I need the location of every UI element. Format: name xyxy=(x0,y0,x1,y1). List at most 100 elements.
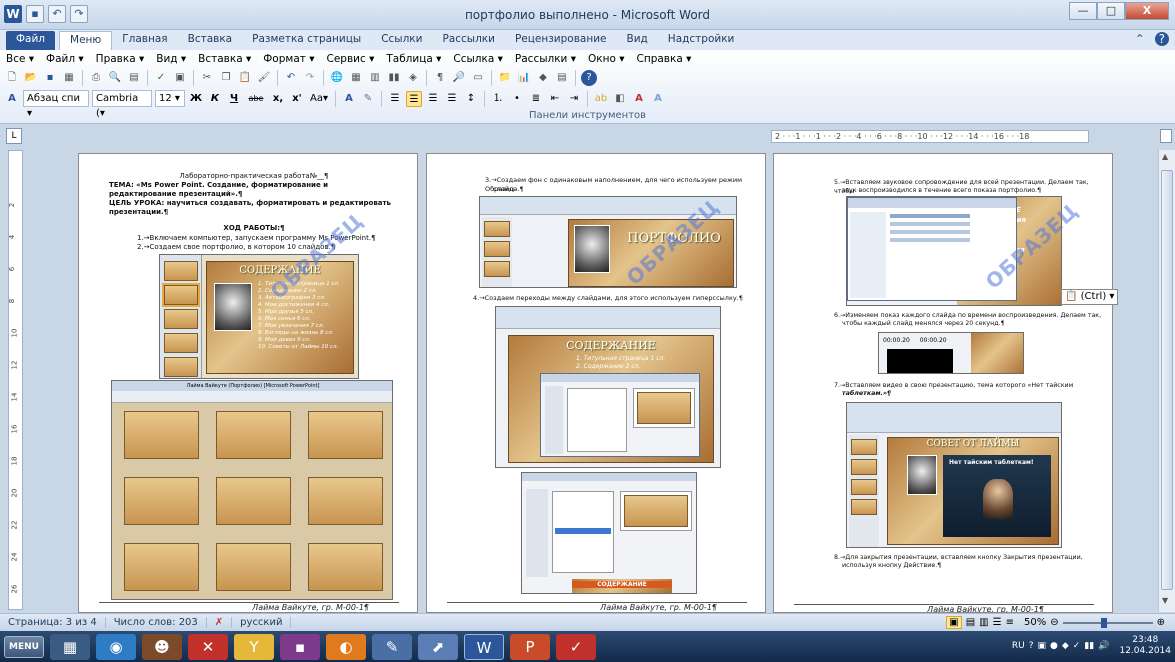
pen-icon[interactable]: ✎ xyxy=(372,633,412,660)
numbering-icon[interactable]: ⒈ xyxy=(490,91,506,107)
tab-view[interactable]: Вид xyxy=(617,31,658,50)
menu-help[interactable]: Справка ▾ xyxy=(637,53,692,65)
word-taskbar-icon[interactable]: W xyxy=(464,633,504,660)
tab-addins[interactable]: Надстройки xyxy=(658,31,745,50)
tab-page-layout[interactable]: Разметка страницы xyxy=(242,31,371,50)
windows-live-icon[interactable]: ◉ xyxy=(96,633,136,660)
close-button[interactable]: X xyxy=(1125,2,1169,20)
redo-icon[interactable]: ↷ xyxy=(302,70,318,86)
tab-file[interactable]: Файл xyxy=(6,31,56,50)
cut-icon[interactable]: ✂ xyxy=(199,70,215,86)
bullets-icon[interactable]: • xyxy=(509,91,525,107)
spelling-icon[interactable]: ✓ xyxy=(153,70,169,86)
shading-icon[interactable]: ◧ xyxy=(612,91,628,107)
tray-app-icon[interactable]: ● xyxy=(1050,641,1058,651)
web-layout-view-icon[interactable]: ▥ xyxy=(979,617,988,628)
zoom-slider[interactable] xyxy=(1062,617,1153,628)
justify-icon[interactable]: ☰ xyxy=(444,91,460,107)
menu-window[interactable]: Окно ▾ xyxy=(588,53,625,65)
shapes-icon[interactable]: ◆ xyxy=(535,70,551,86)
align-right-icon[interactable]: ☰ xyxy=(425,91,441,107)
page-3[interactable]: 5.→Вставляем звуковое сопровождение для … xyxy=(773,153,1113,613)
chart-icon[interactable]: 📊 xyxy=(516,70,532,86)
vertical-ruler[interactable]: 2 4 6 8 10 12 14 16 18 20 22 24 26 xyxy=(8,150,23,610)
hyperlink-icon[interactable]: 🌐 xyxy=(329,70,345,86)
page-2[interactable]: 3.→Создаем фон с одинаковым наполнением,… xyxy=(426,153,766,613)
decrease-indent-icon[interactable]: ⇤ xyxy=(547,91,563,107)
align-center-icon[interactable]: ☰ xyxy=(406,90,422,107)
font-size-combo[interactable]: 12 ▾ xyxy=(155,90,185,107)
full-screen-view-icon[interactable]: ▤ xyxy=(966,617,975,628)
menu-table[interactable]: Таблица ▾ xyxy=(386,53,441,65)
firefox-icon[interactable]: ◐ xyxy=(326,633,366,660)
font-combo[interactable]: Cambria (▾ xyxy=(92,90,152,119)
layout-icon[interactable]: ▤ xyxy=(554,70,570,86)
view-ruler-icon[interactable] xyxy=(1160,129,1172,143)
vertical-scrollbar[interactable]: ▲ ▼ xyxy=(1158,150,1175,612)
change-case-button[interactable]: Aa▾ xyxy=(308,91,330,107)
clock[interactable]: 23:48 12.04.2014 xyxy=(1119,635,1171,657)
align-left-icon[interactable]: ☰ xyxy=(387,91,403,107)
game-icon[interactable]: ☻ xyxy=(142,633,182,660)
zoom-icon[interactable]: 🔎 xyxy=(451,70,467,86)
menu-file[interactable]: Файл ▾ xyxy=(46,53,84,65)
bold-button[interactable]: Ж xyxy=(188,91,204,107)
menu-format[interactable]: Формат ▾ xyxy=(263,53,314,65)
scroll-thumb[interactable] xyxy=(1161,170,1173,590)
tab-insert[interactable]: Вставка xyxy=(178,31,243,50)
italic-button[interactable]: К xyxy=(207,91,223,107)
tab-selector-icon[interactable]: L xyxy=(6,128,22,144)
tables-borders-icon[interactable]: ▦ xyxy=(348,70,364,86)
network-icon[interactable]: ⬈ xyxy=(418,633,458,660)
yandex-browser-icon[interactable]: Y xyxy=(234,633,274,660)
pdf-icon[interactable]: ✓ xyxy=(556,633,596,660)
page-counter[interactable]: Страница: 3 из 4 xyxy=(0,617,106,628)
text-highlight-icon[interactable]: A xyxy=(650,91,666,107)
menu-view[interactable]: Вид ▾ xyxy=(156,53,186,65)
increase-indent-icon[interactable]: ⇥ xyxy=(566,91,582,107)
explorer-icon[interactable]: ▦ xyxy=(50,633,90,660)
format-painter-icon[interactable]: 🖌 xyxy=(256,70,272,86)
phonetic-icon[interactable]: ✎ xyxy=(360,91,376,107)
reading-layout-icon[interactable]: ▭ xyxy=(470,70,486,86)
tab-mailings[interactable]: Рассылки xyxy=(432,31,504,50)
scroll-down-icon[interactable]: ▼ xyxy=(1162,596,1168,605)
style-combo[interactable]: Абзац спи ▾ xyxy=(23,90,89,119)
tab-references[interactable]: Ссылки xyxy=(371,31,432,50)
help-icon[interactable]: ? xyxy=(1154,32,1169,46)
powerpoint-taskbar-icon[interactable]: P xyxy=(510,633,550,660)
menu-insert[interactable]: Вставка ▾ xyxy=(198,53,251,65)
help-tray-icon[interactable]: ? xyxy=(1029,641,1034,651)
minimize-button[interactable]: — xyxy=(1069,2,1097,20)
print-layout-view-icon[interactable]: ▣ xyxy=(946,616,962,629)
menu-edit[interactable]: Правка ▾ xyxy=(96,53,145,65)
page-1[interactable]: Лабораторно-практическая работа№__¶ ТЕМА… xyxy=(78,153,418,613)
new-document-icon[interactable]: 🗋 xyxy=(4,70,20,86)
menu-tools[interactable]: Сервис ▾ xyxy=(326,53,374,65)
open-folder-icon[interactable]: 📂 xyxy=(23,70,39,86)
menu-link[interactable]: Ссылка ▾ xyxy=(453,53,503,65)
styles-icon[interactable]: A xyxy=(4,91,20,107)
ribbon-collapse-icon[interactable]: ⌃ xyxy=(1135,32,1145,46)
research-icon[interactable]: ▤ xyxy=(126,70,142,86)
drawing-icon[interactable]: ◈ xyxy=(405,70,421,86)
start-menu-button[interactable]: MENU xyxy=(4,635,44,658)
undo-icon[interactable]: ↶ xyxy=(283,70,299,86)
menu-mailings[interactable]: Рассылки ▾ xyxy=(515,53,576,65)
maximize-button[interactable]: □ xyxy=(1097,2,1125,20)
columns-icon[interactable]: ▮▮ xyxy=(386,70,402,86)
tray-app-icon[interactable]: ✓ xyxy=(1073,641,1081,651)
highlight-icon[interactable]: ab xyxy=(593,91,609,107)
language-indicator[interactable]: русский xyxy=(232,617,292,628)
tab-menu[interactable]: Меню xyxy=(59,31,113,50)
print-preview-icon[interactable]: 🔍 xyxy=(107,70,123,86)
strikethrough-button[interactable]: abe xyxy=(245,91,267,107)
help-icon[interactable]: ? xyxy=(581,70,597,86)
font-color-icon[interactable]: A xyxy=(631,91,647,107)
spell-check-icon[interactable]: ✗ xyxy=(207,617,233,628)
draft-view-icon[interactable]: ≡ xyxy=(1006,617,1014,628)
zoom-out-icon[interactable]: ⊖ xyxy=(1050,617,1058,628)
show-hide-marks-icon[interactable]: ¶ xyxy=(432,70,448,86)
zoom-in-icon[interactable]: ⊕ xyxy=(1157,617,1165,628)
superscript-button[interactable]: x' xyxy=(289,91,305,107)
